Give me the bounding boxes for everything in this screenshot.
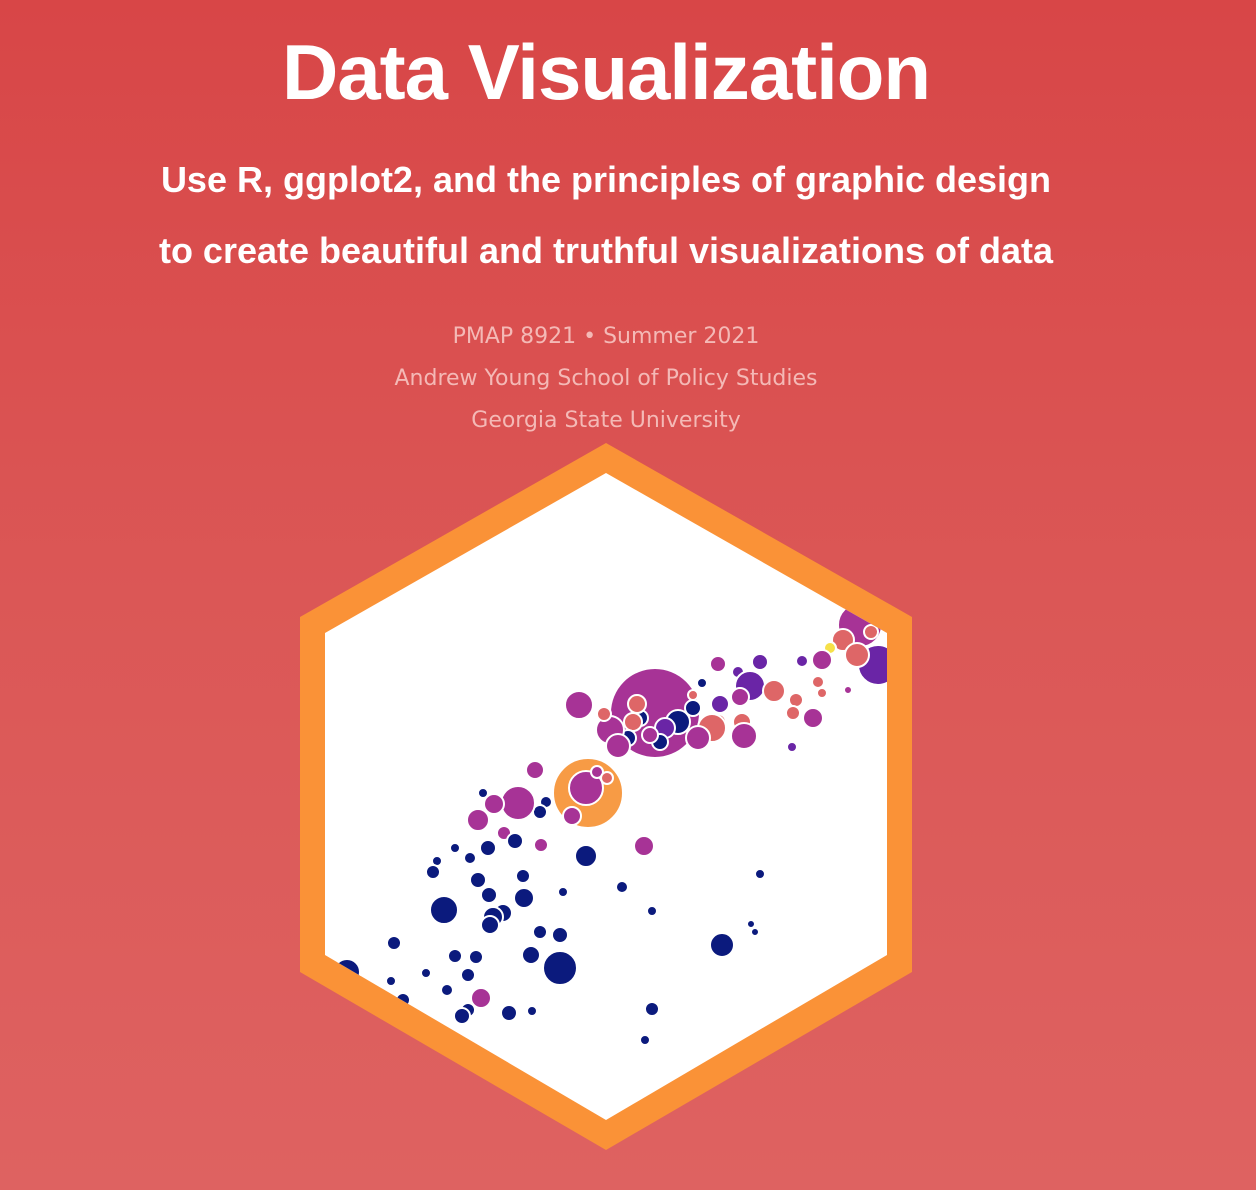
subtitle-line-2: to create beautiful and truthful visuali… xyxy=(158,230,1054,271)
bubble xyxy=(623,712,643,732)
bubble xyxy=(762,679,786,703)
bubble xyxy=(746,919,756,929)
bubble xyxy=(440,983,454,997)
bubble xyxy=(696,677,708,689)
bubble xyxy=(786,741,798,753)
bubble xyxy=(429,895,459,925)
bubble xyxy=(641,726,659,744)
bubble xyxy=(863,624,879,640)
bubble xyxy=(564,690,594,720)
bubble xyxy=(685,725,711,751)
bubble xyxy=(447,948,463,964)
bubble xyxy=(425,864,441,880)
bubble xyxy=(386,935,402,951)
bubble xyxy=(795,654,809,668)
bubble xyxy=(562,806,582,826)
bubble xyxy=(463,851,477,865)
bubble xyxy=(500,785,536,821)
bubble xyxy=(479,839,497,857)
subtitle-line-1: Use R, ggplot2, and the principles of gr… xyxy=(160,159,1052,200)
bubble xyxy=(466,808,490,832)
bubble xyxy=(646,905,658,917)
school-name: Andrew Young School of Policy Studies xyxy=(394,366,818,391)
bubble xyxy=(843,685,853,695)
bubble xyxy=(730,687,750,707)
bubble xyxy=(751,653,769,671)
bubble xyxy=(532,924,548,940)
bubble xyxy=(460,967,476,983)
bubble xyxy=(811,675,825,689)
bubble xyxy=(687,689,699,701)
bubble xyxy=(802,707,824,729)
bubble xyxy=(521,945,541,965)
bubble xyxy=(526,1005,538,1017)
bubble xyxy=(533,837,549,853)
bubble xyxy=(500,1004,518,1022)
bubble xyxy=(480,915,500,935)
page-title: Data Visualization xyxy=(281,28,931,116)
bubble xyxy=(513,887,535,909)
bubble xyxy=(639,1034,651,1046)
bubble xyxy=(844,642,870,668)
bubble xyxy=(551,926,569,944)
bubble xyxy=(480,886,498,904)
bubble xyxy=(600,771,614,785)
bubble xyxy=(811,649,833,671)
bubble xyxy=(750,927,760,937)
bubble xyxy=(385,975,397,987)
bubble xyxy=(788,692,804,708)
bubble xyxy=(574,844,598,868)
bubble xyxy=(449,842,461,854)
bubble xyxy=(730,722,758,750)
bubble xyxy=(816,687,828,699)
bubble xyxy=(627,694,647,714)
bubble xyxy=(633,835,655,857)
bubble xyxy=(785,705,801,721)
bubble xyxy=(542,950,578,986)
bubble xyxy=(557,886,569,898)
bubble xyxy=(469,871,487,889)
bubble xyxy=(709,655,727,673)
bubble xyxy=(477,787,489,799)
bubble xyxy=(644,1001,660,1017)
bubble xyxy=(468,949,484,965)
course-term: PMAP 8921 • Summer 2021 xyxy=(452,324,760,349)
bubble xyxy=(709,932,735,958)
hex-logo xyxy=(300,443,912,1150)
bubble xyxy=(515,868,531,884)
bubble xyxy=(420,967,432,979)
bubble xyxy=(525,760,545,780)
bubble xyxy=(710,694,730,714)
bubble xyxy=(605,733,631,759)
bubble xyxy=(453,1007,471,1025)
bubble xyxy=(596,706,612,722)
bubble xyxy=(506,832,524,850)
bubble xyxy=(754,868,766,880)
bubble xyxy=(615,880,629,894)
university-name: Georgia State University xyxy=(471,408,741,433)
